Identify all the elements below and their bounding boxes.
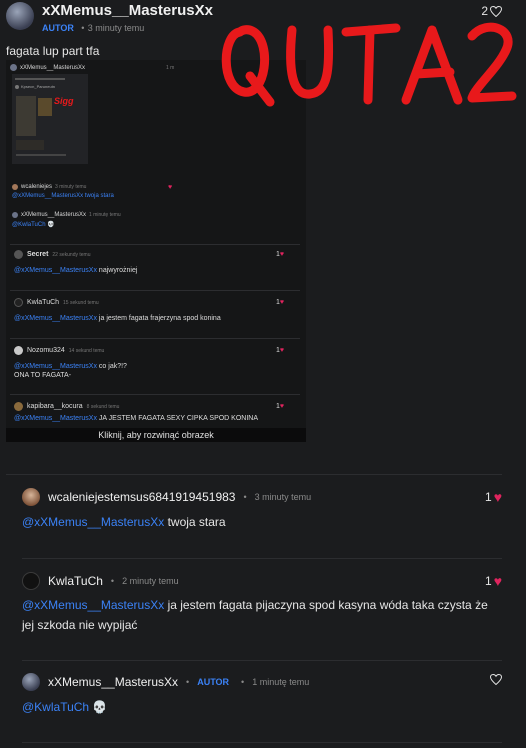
emb-header-meta: 1 m (166, 65, 175, 71)
comment-like-button[interactable]: 1 ♥ (485, 489, 502, 505)
emb-c1-time: 3 minuty temu (55, 184, 87, 190)
heart-filled-icon: ♥ (168, 184, 173, 191)
emb-row-likes: 1♥ (276, 299, 284, 306)
avatar[interactable] (22, 673, 40, 691)
emb-row-1: Secret 22 sekundy temu @xXMemus__Masteru… (14, 250, 299, 274)
emb-row-likes: 1♥ (276, 403, 284, 410)
post-time: 3 minuty temu (87, 23, 145, 33)
comment-header: xXMemus__MasterusXx • AUTOR • 1 minutę t… (22, 673, 309, 691)
heart-filled-icon: ♥ (493, 489, 502, 505)
heart-filled-icon: ♥ (279, 299, 285, 306)
comment-body: @xXMemus__MasterusXx twoja stara (22, 512, 502, 532)
comment-mention[interactable]: @xXMemus__MasterusXx (22, 515, 164, 529)
post-image[interactable]: xXMemus__MasterusXx 1 m Kpsecn_Paruneutn… (6, 60, 306, 442)
comment-dot: • (186, 677, 190, 687)
heart-filled-icon: ♥ (279, 403, 285, 410)
emb-row-extra: ONA TO FAGATA- (14, 372, 72, 379)
post-dot: • (81, 23, 85, 33)
heart-filled-icon: ♥ (493, 573, 502, 589)
comment-text: 💀 (89, 700, 108, 714)
emb-row-text: najwyrożniej (98, 267, 138, 274)
emb-row-time: 8 sekund temu (86, 403, 120, 410)
comment-author[interactable]: wcaleniejestemsus6841919451983 (48, 490, 235, 504)
emb-row-likes: 1♥ (276, 347, 284, 354)
emb-inner-name: Kpsecn_Paruneutn (21, 84, 56, 89)
comment-mention[interactable]: @KwlaTuCh (22, 700, 89, 714)
emb-stamp: Sigg (54, 96, 74, 106)
comment-header: KwlaTuCh • 2 minuty temu (22, 572, 179, 590)
comment-dot: • (241, 677, 245, 687)
avatar[interactable] (22, 572, 40, 590)
post-author-name[interactable]: xXMemus__MasterusXx (42, 2, 213, 19)
emb-row-3: Nozomu324 14 sekund temu @xXMemus__Maste… (14, 346, 299, 379)
image-expand-caption[interactable]: Kliknij, aby rozwinąć obrazek (6, 428, 306, 442)
emb-row-likes: 1♥ (276, 251, 284, 258)
post-header: xXMemus__MasterusXx AUTOR • 3 minuty tem… (6, 2, 213, 34)
emb-c2-name: xXMemus__MasterusXx (21, 212, 87, 218)
emb-header-name: xXMemus__MasterusXx (20, 64, 86, 71)
emb-row-time: 14 sekund temu (68, 347, 105, 354)
emb-row-mention: @xXMemus__MasterusXx (14, 315, 97, 322)
emb-thumbnail: Kpsecn_Paruneutn Sigg (12, 74, 88, 164)
emb-row-mention: @xXMemus__MasterusXx (14, 363, 97, 370)
emb-row-time: 15 sekund temu (63, 299, 99, 306)
comment-mention[interactable]: @xXMemus__MasterusXx (22, 598, 164, 612)
emb-row-text: co jak?!? (98, 363, 127, 370)
emb-header: xXMemus__MasterusXx (10, 64, 85, 71)
comment-time: 2 minuty temu (122, 576, 179, 586)
avatar[interactable] (22, 488, 40, 506)
emb-row-mention: @xXMemus__MasterusXx (14, 267, 97, 274)
emb-row-text: ja jestem fagata frajerzyna spod konina (98, 315, 221, 322)
comment-time: 3 minuty temu (254, 492, 312, 502)
emb-mini-comment-1: wcaleniejes 3 minuty temu @xXMemus__Mast… (12, 184, 172, 199)
emb-c1-name: wcaleniejes (21, 184, 53, 190)
comment-like-count: 1 (485, 490, 492, 504)
comment-like-count: 1 (485, 574, 492, 588)
comment-time: 1 minutę temu (252, 677, 310, 687)
emb-row-2: KwlaTuCh 15 sekund temu @xXMemus__Master… (14, 298, 299, 322)
comment-author[interactable]: xXMemus__MasterusXx (48, 675, 178, 689)
comment-text: twoja stara (164, 515, 226, 529)
emb-c1-text: @xXMemus__MasterusXx twoja stara (12, 193, 114, 199)
emb-row-text: JA JESTEM FAGATA SEXY CIPKA SPOD KONINA (98, 415, 259, 422)
comment-body: @KwlaTuCh 💀 (22, 697, 502, 717)
heart-filled-icon: ♥ (279, 251, 285, 258)
emb-row-name: Nozomu324 (27, 347, 65, 354)
comment-header: wcaleniejestemsus6841919451983 • 3 minut… (22, 488, 311, 506)
comment-body: @xXMemus__MasterusXx ja jestem fagata pi… (22, 595, 502, 635)
emb-row-mention: @xXMemus__MasterusXx (14, 415, 97, 422)
comment-dot: • (110, 576, 115, 586)
emb-c2-time: 1 minutę temu (89, 212, 121, 218)
emb-row-name: kapibara__kocura (27, 403, 83, 410)
post-author-block: xXMemus__MasterusXx AUTOR • 3 minuty tem… (42, 2, 213, 34)
comment-dot: • (243, 492, 247, 502)
emb-row-time: 22 sekundy temu (52, 251, 91, 258)
emb-c2-text: @KwlaTuCh 💀 (12, 222, 55, 228)
emb-row-name: KwlaTuCh (27, 299, 60, 306)
heart-filled-icon: ♥ (279, 347, 285, 354)
emb-row-name: Secret (27, 251, 49, 258)
comment-like-button[interactable]: 1 ♥ (485, 573, 502, 589)
emb-avatar (10, 64, 17, 71)
handwritten-overlay (221, 22, 517, 107)
heart-icon (489, 673, 503, 686)
comment-author[interactable]: KwlaTuCh (48, 574, 103, 588)
author-badge: AUTOR (197, 677, 230, 687)
emb-row-4: kapibara__kocura 8 sekund temu @xXMemus_… (14, 402, 299, 422)
author-avatar[interactable] (6, 2, 34, 30)
comment-like-button[interactable] (489, 673, 503, 688)
emb-mini-comment-2: xXMemus__MasterusXx 1 minutę temu @KwlaT… (12, 212, 172, 228)
author-badge: AUTOR (42, 23, 74, 33)
post-text: fagata lup part tfa (6, 44, 100, 58)
